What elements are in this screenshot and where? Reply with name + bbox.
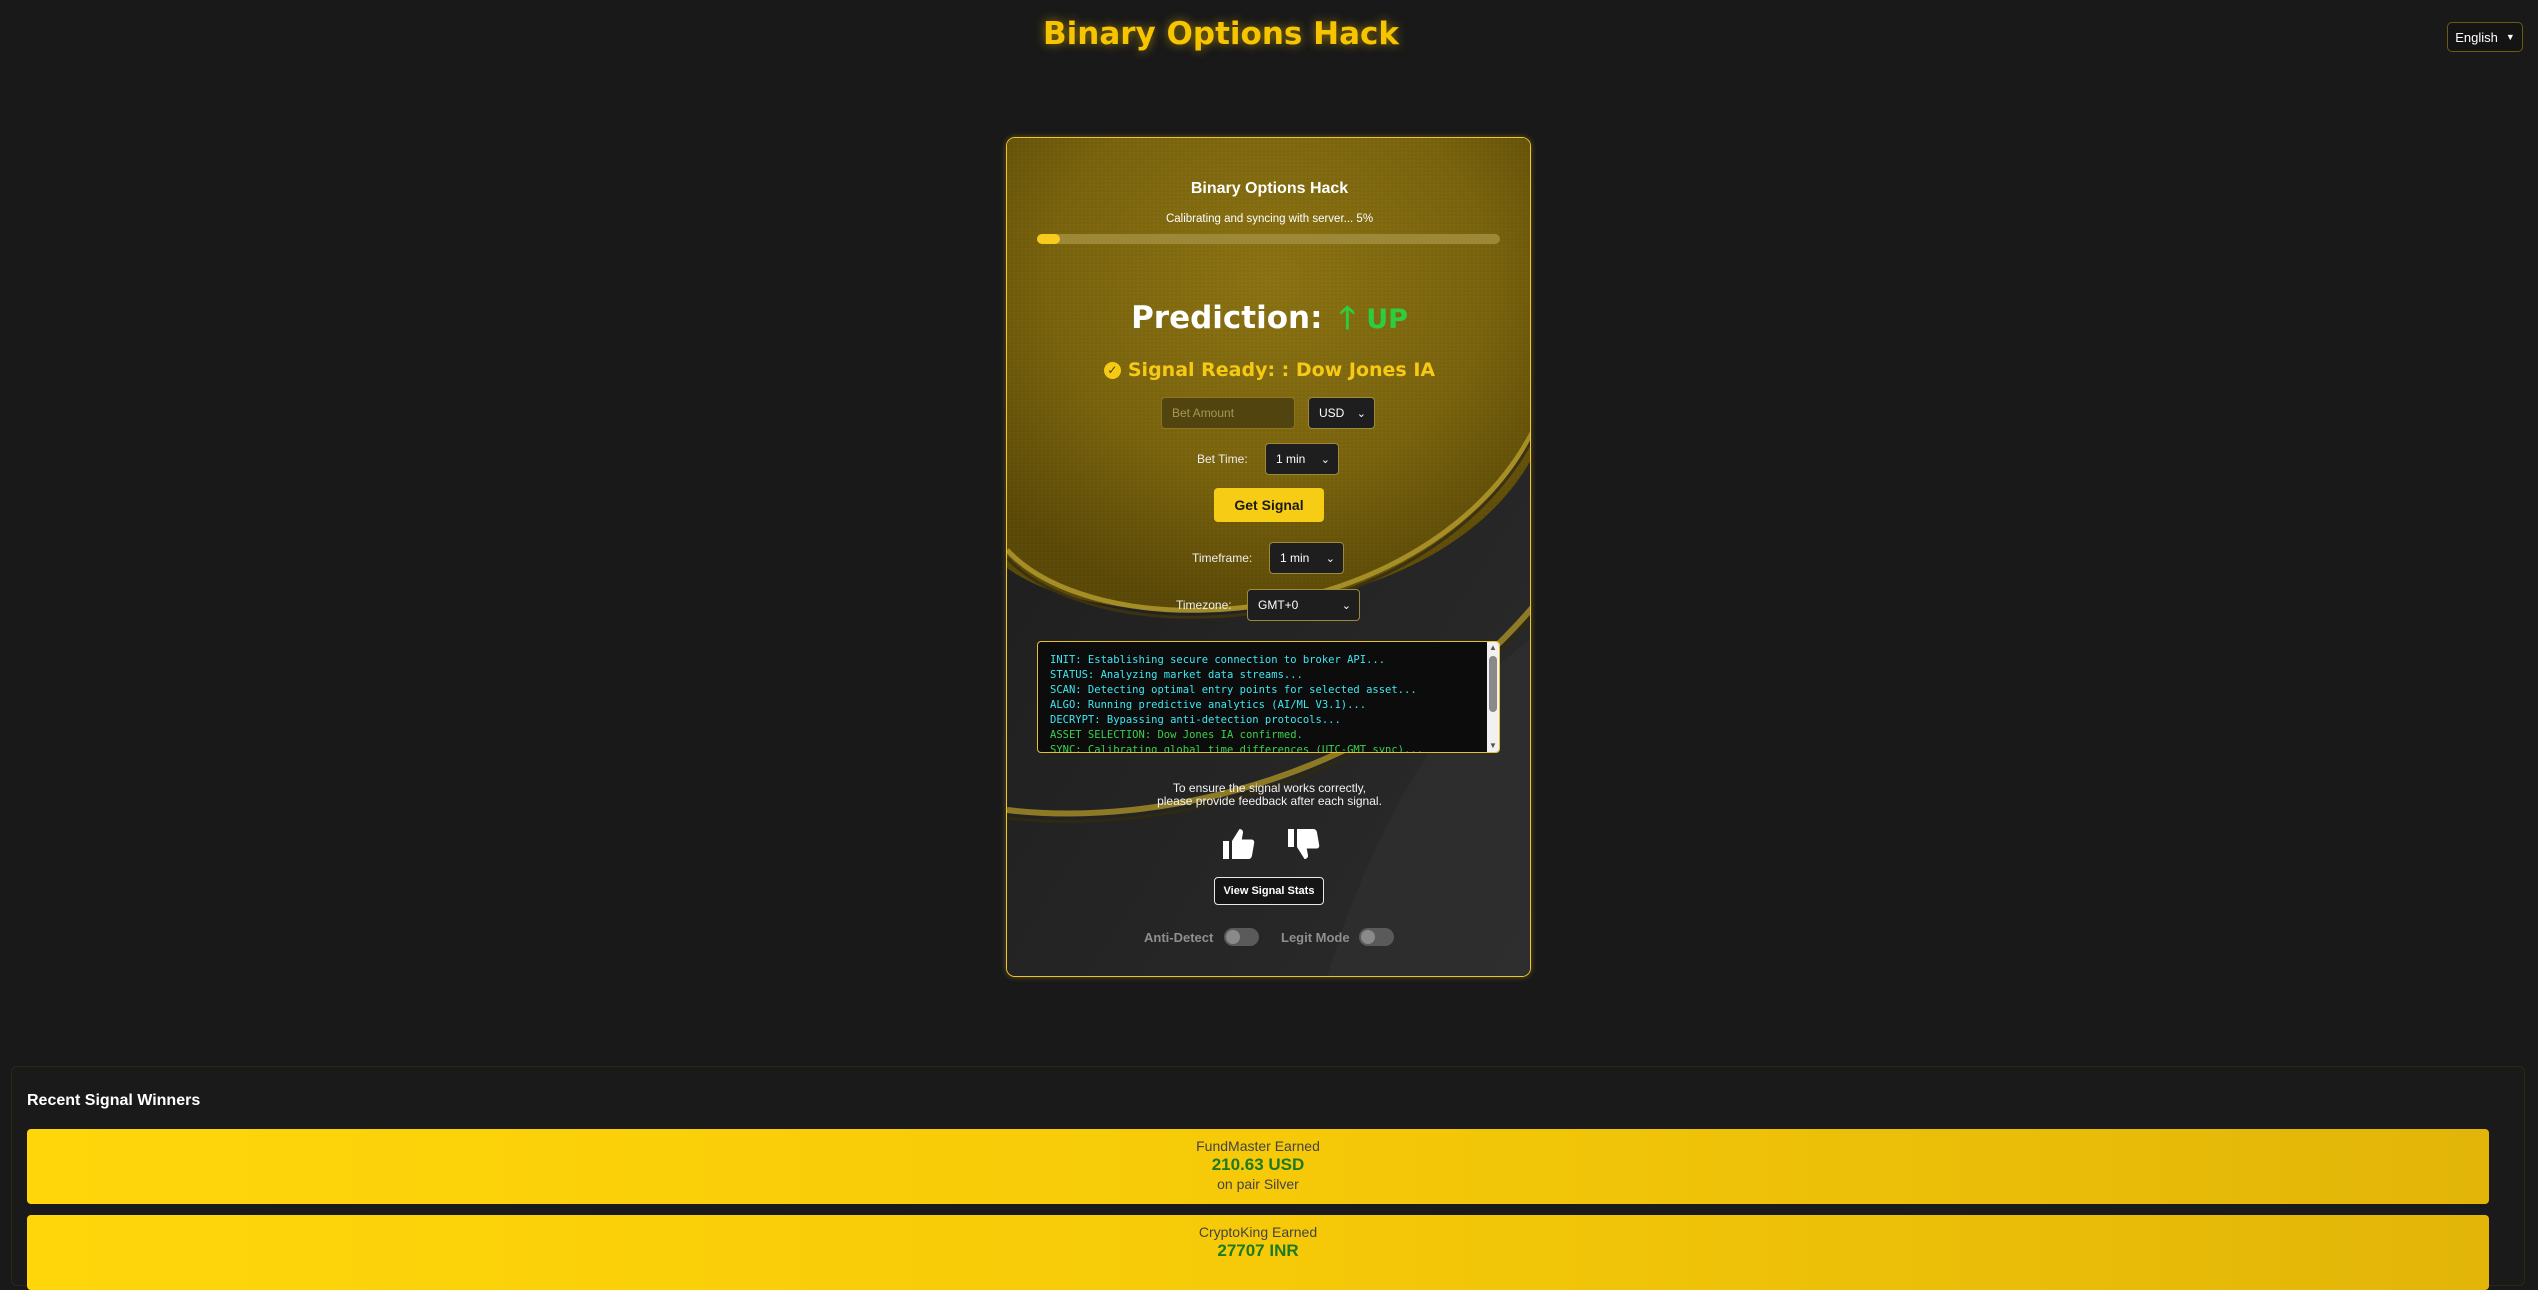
signal-text: Signal Ready: : Dow Jones IA (1127, 359, 1436, 381)
progress-fill (1037, 234, 1061, 244)
console-line: SYNC: Calibrating global time difference… (1050, 744, 1423, 753)
legit-mode-toggle[interactable] (1359, 928, 1394, 946)
console-log[interactable]: INIT: Establishing secure connection to … (1037, 641, 1500, 753)
get-signal-button[interactable]: Get Signal (1214, 488, 1324, 522)
winners-title: Recent Signal Winners (27, 1092, 201, 1109)
console-line: DECRYPT: Bypassing anti-detection protoc… (1050, 714, 1341, 726)
console-line: SCAN: Detecting optimal entry points for… (1050, 684, 1417, 696)
timezone-value: GMT+0 (1258, 598, 1299, 612)
winner-name: CryptoKing Earned (1198, 1224, 1318, 1240)
check-circle-icon: ✓ (1103, 362, 1121, 379)
card-title: Binary Options Hack (1190, 180, 1349, 197)
site-title: Binary Options Hack (1043, 16, 1399, 52)
toggle-knob (1226, 930, 1240, 944)
winner-amount: 210.63 USD (1211, 1155, 1305, 1174)
console-line: ASSET SELECTION: Dow Jones IA confirmed. (1050, 729, 1303, 741)
progress-bar (1037, 234, 1500, 244)
scrollbar-thumb[interactable] (1489, 656, 1497, 712)
view-signal-stats-button[interactable]: View Signal Stats (1214, 877, 1324, 905)
language-value: English (2455, 29, 2498, 45)
currency-value: USD (1319, 406, 1345, 420)
console-line: ALGO: Running predictive analytics (AI/M… (1050, 699, 1367, 711)
console-scrollbar[interactable]: ▲ ▼ (1487, 642, 1499, 752)
feedback-text: To ensure the signal works correctly, pl… (1007, 782, 1530, 808)
scroll-up-icon[interactable]: ▲ (1487, 642, 1499, 654)
thumbs-up-icon[interactable] (1220, 826, 1256, 862)
language-select[interactable]: English ▼ (2447, 22, 2523, 52)
recent-winners: Recent Signal Winners FundMaster Earned … (11, 1066, 2525, 1290)
bet-time-label: Bet Time: (1197, 452, 1248, 466)
chevron-down-icon: ⌄ (1341, 599, 1351, 612)
signal-card: Binary Options Hack Calibrating and sync… (1006, 137, 1531, 977)
console-line: STATUS: Analyzing market data streams... (1050, 669, 1303, 681)
prediction-label: Prediction: (1131, 300, 1323, 336)
prediction-direction: UP (1366, 304, 1408, 335)
chevron-down-icon: ⌄ (1356, 407, 1366, 420)
bet-amount-input[interactable] (1161, 397, 1295, 429)
scroll-down-icon[interactable]: ▼ (1487, 740, 1499, 752)
winner-card: FundMaster Earned 210.63 USD on pair Sil… (27, 1129, 2489, 1204)
anti-detect-label: Anti-Detect (1144, 930, 1214, 945)
chevron-down-icon: ▼ (2505, 32, 2515, 42)
chevron-down-icon: ⌄ (1320, 453, 1330, 466)
winner-amount: 27707 INR (1217, 1241, 1299, 1260)
progress-label: Calibrating and syncing with server... 5… (1165, 213, 1374, 225)
winner-name: FundMaster Earned (1196, 1138, 1320, 1154)
timeframe-select[interactable]: 1 min ⌄ (1269, 542, 1344, 574)
chevron-down-icon: ⌄ (1325, 552, 1335, 565)
signal-status: ✓ Signal Ready: : Dow Jones IA (1007, 359, 1530, 381)
currency-select[interactable]: USD ⌄ (1308, 397, 1375, 429)
bet-time-select[interactable]: 1 min ⌄ (1265, 443, 1339, 475)
timezone-select[interactable]: GMT+0 ⌄ (1247, 589, 1360, 621)
console-line: INIT: Establishing secure connection to … (1050, 654, 1386, 666)
thumbs-down-icon[interactable] (1285, 826, 1321, 862)
bet-time-value: 1 min (1276, 452, 1306, 466)
winner-card: CryptoKing Earned 27707 INR (27, 1215, 2489, 1290)
timezone-label: Timezone: (1176, 598, 1232, 612)
winner-pair: on pair Silver (1217, 1176, 1299, 1192)
prediction: Prediction: 🡑 UP (1007, 295, 1530, 348)
feedback-line-2: please provide feedback after each signa… (1157, 794, 1382, 808)
legit-mode-label: Legit Mode (1281, 930, 1350, 945)
timeframe-label: Timeframe: (1192, 551, 1253, 565)
console-lines: INIT: Establishing secure connection to … (1050, 653, 1423, 753)
timeframe-value: 1 min (1280, 551, 1310, 565)
arrow-up-icon: 🡑 (1339, 300, 1356, 336)
anti-detect-toggle[interactable] (1224, 928, 1259, 946)
card-content: Binary Options Hack Calibrating and sync… (1007, 138, 1530, 976)
toggle-knob (1361, 930, 1375, 944)
